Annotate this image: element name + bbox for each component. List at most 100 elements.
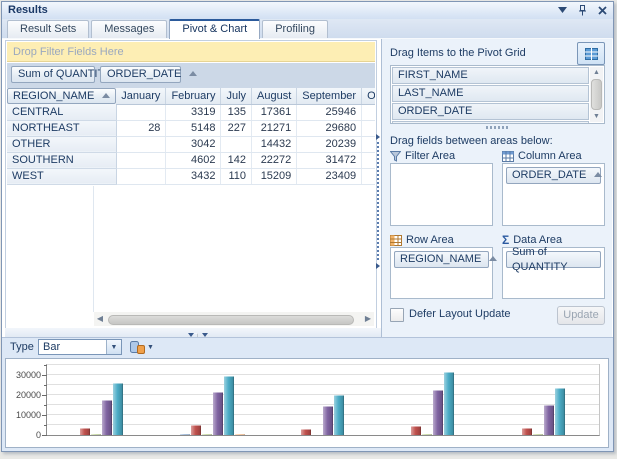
data-field-button[interactable]: Sum of QUANTITY (11, 66, 95, 83)
scroll-right-icon[interactable]: ▶ (362, 313, 374, 325)
scroll-thumb[interactable] (108, 315, 354, 325)
pivot-layout-button[interactable] (577, 42, 605, 65)
bar-february-southern (411, 426, 421, 435)
pivot-cell (116, 152, 166, 168)
filter-icon (390, 151, 401, 162)
row-field-button[interactable]: REGION_NAME (7, 88, 116, 104)
data-area-field-button[interactable]: Sum of QUANTITY (506, 251, 601, 268)
y-axis-tick-label: 30000 (7, 370, 41, 380)
gridline (47, 404, 599, 405)
chart-plot-area (46, 364, 600, 436)
splitter-dots (377, 142, 379, 261)
pivot-table: REGION_NAMEJanuaryFebruaryJulyAugustSept… (7, 88, 375, 185)
bar-august-central (102, 400, 112, 435)
pivot-cell: 3432 (166, 168, 221, 184)
pivot-horizontal-scrollbar[interactable]: ◀ ▶ (94, 312, 374, 326)
pivot-row: CENTRAL33191351736125946 (7, 104, 375, 120)
field-list: ▲ ▼ FIRST_NAMELAST_NAMEORDER_DATEORDER_I… (390, 65, 605, 124)
scroll-down-icon[interactable]: ▼ (593, 111, 600, 122)
tab-result-sets[interactable]: Result Sets (7, 20, 89, 38)
pivot-cell: 3042 (166, 136, 221, 152)
bar-july-northeast (202, 434, 212, 435)
pivot-grid: Drop Filter Fields Here Sum of QUANTITY … (5, 40, 377, 329)
collapse-right-icon[interactable] (376, 263, 380, 269)
field-list-item[interactable]: FIRST_NAME (392, 67, 589, 84)
data-area-box[interactable]: Sum of QUANTITY (502, 247, 605, 299)
row-header: CENTRAL (7, 104, 116, 120)
column-header: February (166, 88, 221, 104)
pivot-cell: 135 (221, 104, 252, 120)
sort-asc-icon (102, 93, 110, 98)
gridline (47, 394, 599, 395)
pivot-cell: 142 (221, 152, 252, 168)
gridline (47, 364, 599, 365)
bar-february-central (80, 428, 90, 435)
column-header: September (297, 88, 362, 104)
field-list-item[interactable]: ORDER_ID (392, 121, 589, 124)
tab-profiling[interactable]: Profiling (262, 20, 328, 38)
sort-asc-icon (189, 71, 197, 76)
column-field-button[interactable]: ORDER_DATE (100, 66, 181, 83)
filter-area-label: Filter Area (390, 149, 455, 163)
pivot-cell (362, 152, 375, 168)
grid-layout-icon (585, 48, 598, 60)
y-axis-tick (42, 375, 47, 376)
tab-pivot-chart[interactable]: Pivot & Chart (169, 19, 260, 39)
bar-september-southern (444, 372, 454, 435)
pivot-cell (116, 168, 166, 184)
vertical-splitter[interactable] (374, 134, 381, 269)
pivot-cell: 25946 (297, 104, 362, 120)
field-list-scrollbar[interactable]: ▲ ▼ (590, 67, 603, 122)
pin-icon[interactable] (575, 3, 589, 17)
pivot-cell: 110 (221, 168, 252, 184)
bar-september-west (555, 388, 565, 435)
pivot-table-wrap: REGION_NAMEJanuaryFebruaryJulyAugustSept… (7, 88, 375, 186)
update-button[interactable]: Update (557, 306, 605, 325)
chart-type-combobox[interactable]: Bar ▼ (38, 339, 122, 355)
column-area-icon (502, 151, 514, 162)
field-list-item[interactable]: ORDER_DATE (392, 103, 589, 120)
field-list-resize-handle[interactable] (486, 126, 508, 129)
row-area-icon (390, 235, 402, 246)
field-list-item[interactable]: LAST_NAME (392, 85, 589, 102)
bar-july-central (91, 434, 101, 435)
row-area-label: Row Area (390, 233, 454, 247)
gridline (47, 384, 599, 385)
horizontal-splitter[interactable] (5, 328, 381, 337)
column-area-field-button[interactable]: ORDER_DATE (506, 167, 601, 184)
pivot-cell: 14432 (252, 136, 297, 152)
scroll-up-icon[interactable]: ▲ (593, 67, 600, 78)
pivot-cell: 17361 (252, 104, 297, 120)
filter-fields-drop-zone[interactable]: Drop Filter Fields Here (7, 42, 375, 62)
column-area-box[interactable]: ORDER_DATE (502, 163, 605, 226)
pivot-cell (362, 136, 375, 152)
scroll-left-icon[interactable]: ◀ (94, 313, 106, 325)
close-icon[interactable] (595, 3, 609, 17)
defer-layout-checkbox[interactable] (390, 308, 404, 322)
field-chooser-title: Drag Items to the Pivot Grid (390, 47, 526, 59)
filter-area-box[interactable] (390, 163, 493, 226)
bar-february-other (301, 429, 311, 435)
pivot-row: WEST34321101520923409 (7, 168, 375, 184)
y-axis-tick (44, 405, 47, 406)
pivot-cell (116, 136, 166, 152)
bar-february-northeast (191, 425, 201, 435)
y-axis-tick (42, 415, 47, 416)
chart-zone: Type Bar ▼ ▼ 0100002000030000 (2, 337, 613, 451)
column-header: August (252, 88, 297, 104)
tab-messages[interactable]: Messages (91, 20, 167, 38)
scroll-thumb[interactable] (591, 79, 602, 110)
sigma-icon: Σ (502, 234, 509, 246)
scroll-track[interactable] (106, 314, 362, 324)
collapse-right-icon[interactable] (376, 134, 380, 140)
row-area-field-button[interactable]: REGION_NAME (394, 251, 489, 268)
chevron-down-icon[interactable]: ▼ (106, 340, 121, 354)
chart-appearance-button[interactable]: ▼ (128, 339, 156, 355)
y-axis-tick-label: 0 (7, 430, 41, 440)
row-area-box[interactable]: REGION_NAME (390, 247, 493, 299)
chevron-down-icon[interactable]: ▼ (147, 344, 154, 351)
defer-layout-label: Defer Layout Update (409, 308, 511, 320)
pivot-cell (362, 168, 375, 184)
chevron-down-icon[interactable] (555, 3, 569, 17)
y-axis-tick (44, 385, 47, 386)
